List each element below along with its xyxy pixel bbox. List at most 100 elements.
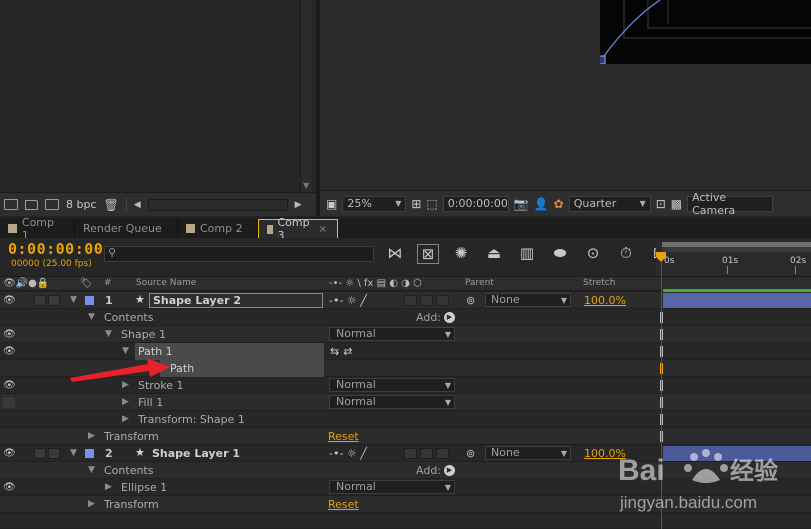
column-stretch[interactable]: Stretch [583, 278, 615, 288]
zoom-dropdown[interactable]: 25% ▼ [342, 195, 407, 212]
eye-icon[interactable]: 👁 [3, 482, 16, 493]
solo-switch[interactable] [34, 295, 46, 306]
chevron-down-icon: ▼ [639, 199, 646, 208]
pick-whip-icon[interactable]: ⊚ [466, 447, 475, 460]
stopwatch-icon[interactable]: ⏱ [150, 362, 159, 376]
viewer-timecode[interactable]: 0:00:00:00 [442, 195, 509, 212]
collapse-twirl-icon[interactable]: ▶ [88, 431, 95, 441]
work-area-bar[interactable] [662, 242, 811, 247]
layer-switches[interactable]: -•- ☼ ╱ [329, 294, 367, 307]
draft-3d-icon[interactable]: ⊠ [417, 244, 439, 264]
scroll-left-icon[interactable]: ◀ [134, 200, 141, 210]
expand-twirl-icon[interactable]: ▼ [122, 346, 129, 356]
resolution-dropdown[interactable]: Quarter ▼ [568, 195, 651, 212]
property-row[interactable]: ⏱ Path [0, 360, 811, 377]
eye-icon[interactable]: 👁 [3, 448, 16, 459]
collapse-twirl-icon[interactable]: ▶ [88, 499, 95, 509]
lock-switch[interactable] [48, 295, 60, 306]
tab-comp-1[interactable]: Comp 1 [0, 216, 75, 242]
snapshot-icon[interactable]: 📷 [514, 197, 529, 211]
eye-icon[interactable]: 👁 [3, 295, 16, 306]
show-snapshot-icon[interactable]: 👤 [534, 197, 549, 211]
blend-mode-dropdown[interactable]: Normal ▼ [329, 378, 455, 392]
bpc-label[interactable]: 8 bpc [66, 198, 97, 211]
property-row[interactable]: ▶ Fill 1 Normal ▼ [0, 394, 811, 411]
collapse-twirl-icon[interactable]: ▶ [122, 380, 129, 390]
add-menu-button[interactable]: ▶ [444, 465, 455, 476]
expand-twirl-icon[interactable]: ▼ [88, 312, 95, 322]
layer-switch-cells[interactable] [404, 448, 449, 459]
color-channels-icon[interactable]: ✿ [554, 197, 564, 211]
layer-row[interactable]: 👁 ▼ 1 ★ Shape Layer 2 -•- ☼ ╱ ⊚ None ▼ 10… [0, 289, 811, 309]
tab-comp-2[interactable]: Comp 2 [178, 219, 258, 238]
visibility-toggle-off[interactable] [3, 397, 15, 408]
expand-twirl-icon[interactable]: ▼ [70, 448, 77, 458]
tab-render-queue[interactable]: Render Queue [75, 219, 178, 238]
blend-mode-dropdown[interactable]: Normal ▼ [329, 327, 455, 341]
collapse-twirl-icon[interactable]: ▶ [122, 397, 129, 407]
always-preview-icon[interactable]: ▣ [326, 197, 337, 211]
auto-keyframe-icon[interactable]: ⊙ [582, 244, 604, 264]
expand-twirl-icon[interactable]: ▼ [105, 329, 112, 339]
layer-duration-bar[interactable] [663, 293, 811, 308]
region-of-interest-icon[interactable]: ⊡ [656, 197, 666, 211]
eye-icon[interactable]: 👁 [3, 380, 16, 391]
property-row[interactable]: ▶ Transform: Shape 1 [0, 411, 811, 428]
scroll-right-icon[interactable]: ▶ [295, 200, 302, 210]
solo-switch[interactable] [34, 448, 46, 459]
expand-twirl-icon[interactable]: ▼ [70, 295, 77, 305]
property-row[interactable]: ▼ Contents Add: ▶ [0, 309, 811, 326]
composition-mini-flowchart-icon[interactable]: ⋈ [384, 244, 406, 264]
frame-blending-icon[interactable]: ⏏ [483, 244, 505, 264]
new-composition-icon[interactable] [45, 199, 59, 210]
interpret-footage-icon[interactable] [4, 199, 18, 210]
trash-icon[interactable]: 🗑 [104, 198, 119, 212]
eye-icon[interactable]: 👁 [3, 346, 16, 357]
stretch-value[interactable]: 100.0% [584, 294, 626, 307]
project-scrollbar[interactable]: ▼ [300, 0, 312, 192]
eye-icon[interactable]: 👁 [3, 329, 16, 340]
composition-canvas[interactable] [596, 0, 811, 65]
search-input[interactable] [104, 246, 374, 262]
tab-comp-3[interactable]: Comp 3 × [258, 216, 338, 242]
add-menu-button[interactable]: ▶ [444, 312, 455, 323]
collapse-twirl-icon[interactable]: ▶ [122, 414, 129, 424]
new-folder-icon[interactable] [25, 199, 38, 210]
layer-label-color[interactable] [85, 449, 94, 458]
graph-editor-icon[interactable]: ⏱ [615, 244, 637, 264]
layer-switches[interactable]: -•- ☼ ╱ [329, 447, 367, 460]
camera-dropdown[interactable]: Active Camera [687, 191, 774, 217]
current-time-display[interactable]: 0:00:00:00 [8, 240, 103, 258]
hide-shy-layers-icon[interactable]: ✺ [450, 244, 472, 264]
column-parent[interactable]: Parent [465, 278, 494, 288]
brainstorm-icon[interactable]: ⬬ [549, 244, 571, 264]
motion-blur-icon[interactable]: ▥ [516, 244, 538, 264]
close-icon[interactable]: × [319, 224, 327, 235]
reset-link[interactable]: Reset [328, 498, 359, 511]
transparency-grid-icon[interactable]: ▩ [671, 197, 682, 211]
horizontal-scrollbar[interactable] [147, 198, 288, 211]
parent-value: None [491, 446, 520, 459]
layer-switch-cells[interactable] [404, 295, 449, 306]
reset-link[interactable]: Reset [328, 430, 359, 443]
pick-whip-icon[interactable]: ⊚ [466, 294, 475, 307]
layer-name[interactable]: Shape Layer 1 [152, 447, 240, 460]
parent-dropdown[interactable]: None ▼ [485, 446, 571, 460]
layer-label-color[interactable] [85, 296, 94, 305]
path-direction-icons[interactable]: ⇆⇄ [330, 345, 356, 358]
blend-mode-dropdown[interactable]: Normal ▼ [329, 480, 455, 494]
mask-visibility-icon[interactable]: ⬚ [426, 197, 437, 211]
property-row[interactable]: 👁 ▶ Stroke 1 Normal ▼ [0, 377, 811, 394]
column-source-name[interactable]: Source Name [136, 278, 196, 288]
shape-path-preview [596, 0, 811, 65]
safe-zones-icon[interactable]: ⊞ [411, 197, 421, 211]
property-row[interactable]: 👁 ▼ Path 1 ⇆⇄ [0, 343, 811, 360]
expand-twirl-icon[interactable]: ▼ [88, 465, 95, 475]
property-row[interactable]: 👁 ▼ Shape 1 Normal ▼ [0, 326, 811, 343]
lock-switch[interactable] [48, 448, 60, 459]
parent-dropdown[interactable]: None ▼ [485, 293, 571, 307]
collapse-twirl-icon[interactable]: ▶ [105, 482, 112, 492]
layer-name-field[interactable]: Shape Layer 2 [149, 293, 323, 308]
blend-mode-dropdown[interactable]: Normal ▼ [329, 395, 455, 409]
column-number[interactable]: # [104, 278, 112, 288]
